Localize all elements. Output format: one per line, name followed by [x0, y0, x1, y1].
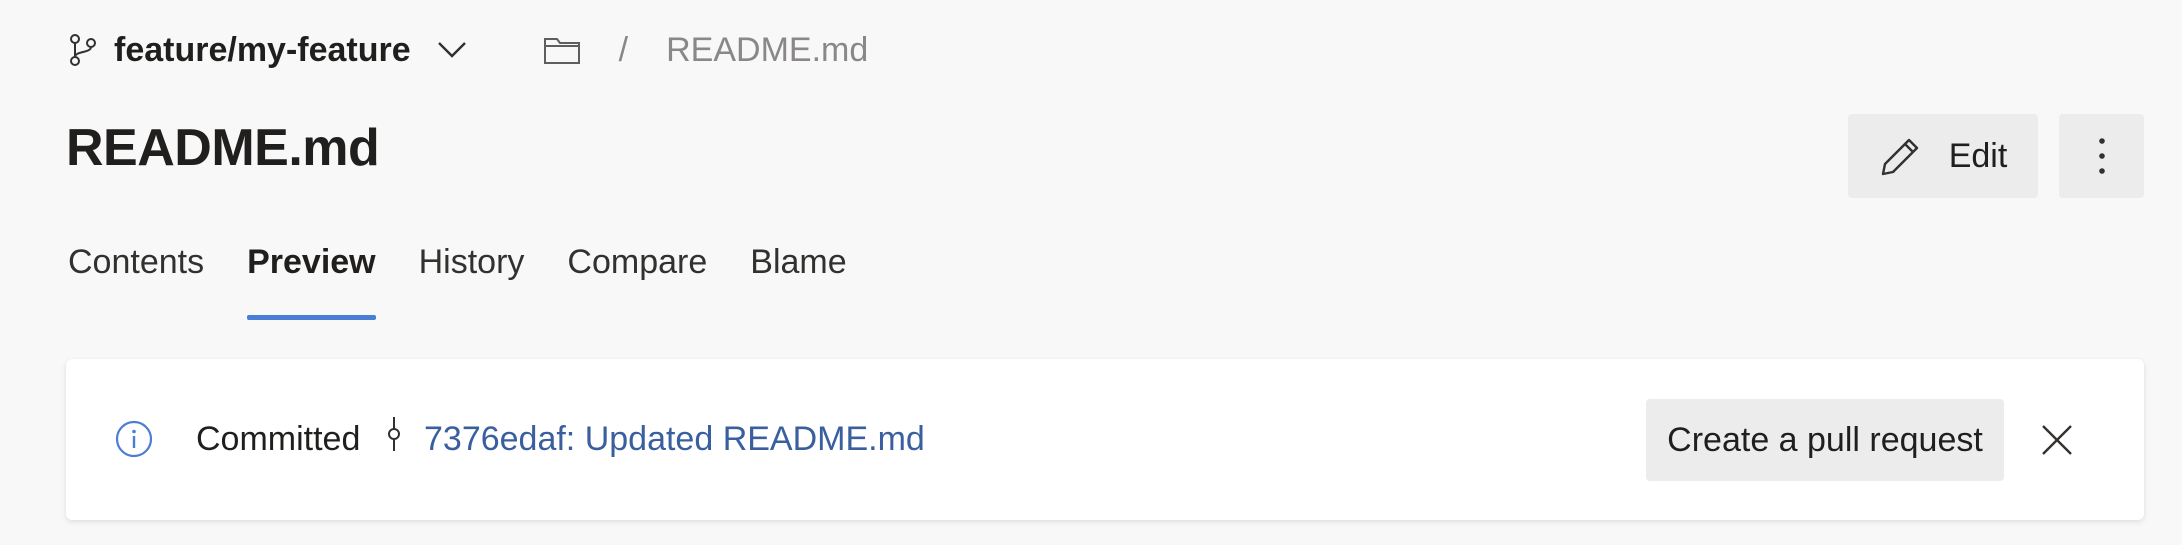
commit-status-label: Committed: [196, 420, 361, 458]
tab-compare[interactable]: Compare: [567, 236, 707, 320]
tab-history[interactable]: History: [419, 236, 525, 320]
create-pull-request-button[interactable]: Create a pull request: [1646, 399, 2004, 481]
edit-label: Edit: [1948, 136, 2008, 175]
commit-link[interactable]: 7376edaf: Updated README.md: [424, 419, 925, 459]
tab-contents[interactable]: Contents: [68, 236, 204, 320]
close-notice-button[interactable]: [2034, 417, 2080, 463]
branch-name: feature/my-feature: [114, 30, 411, 69]
more-vertical-icon: [2098, 138, 2105, 174]
chevron-down-icon: [437, 42, 466, 58]
branch-picker[interactable]: feature/my-feature: [68, 31, 469, 70]
page-title: README.md: [66, 119, 380, 177]
commit-notice-bar: Committed 7376edaf: Updated README.md Cr…: [66, 359, 2144, 520]
git-commit-icon: [388, 417, 400, 451]
close-icon: [2042, 425, 2072, 455]
edit-button[interactable]: Edit: [1848, 114, 2038, 198]
more-actions-button[interactable]: [2059, 114, 2144, 198]
pencil-icon: [1881, 138, 1918, 176]
info-icon: [115, 420, 153, 458]
breadcrumb-separator: /: [618, 30, 629, 69]
folder-icon[interactable]: [543, 35, 581, 65]
tab-bar: Contents Preview History Compare Blame: [68, 236, 890, 320]
breadcrumb-file[interactable]: README.md: [666, 31, 868, 70]
tab-blame[interactable]: Blame: [750, 236, 846, 320]
breadcrumb: feature/my-feature / README.md: [68, 22, 868, 78]
git-branch-icon: [70, 34, 96, 66]
tab-preview[interactable]: Preview: [247, 236, 376, 320]
